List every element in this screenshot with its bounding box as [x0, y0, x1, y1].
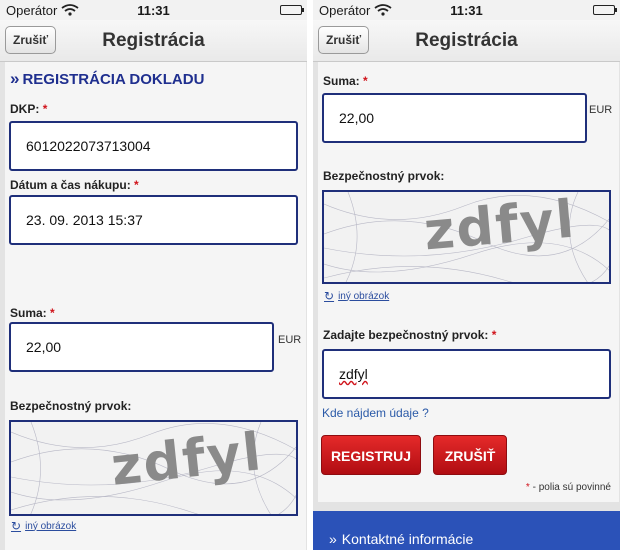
carrier-name: Operátor — [6, 2, 58, 18]
chevron-right-icon: » — [329, 531, 337, 547]
section-title: » REGISTRÁCIA DOKLADU — [10, 69, 205, 88]
screen-right: Operátor 11:31 Zrušiť Registrácia Suma: … — [313, 0, 620, 550]
refresh-icon: ↻ — [324, 289, 335, 303]
status-bar: Operátor 11:31 — [313, 0, 620, 20]
nav-bar: Zrušiť Registrácia — [0, 20, 307, 62]
nav-bar: Zrušiť Registrácia — [313, 20, 620, 62]
security-input[interactable]: zdfyl — [322, 349, 611, 399]
status-bar: Operátor 11:31 — [0, 0, 307, 20]
nav-cancel-button[interactable]: Zrušiť — [5, 26, 57, 54]
required-note: * - polia sú povinné — [525, 482, 611, 493]
dkp-label: DKP: * — [10, 102, 48, 116]
captcha-image: zdfyl — [322, 190, 611, 284]
register-button[interactable]: REGISTRUJ — [321, 435, 421, 475]
amount-label: Suma: * — [10, 306, 55, 320]
contact-info-link[interactable]: » Kontaktné informácie — [313, 511, 620, 550]
carrier-name: Operátor — [319, 2, 371, 18]
date-input[interactable]: 23. 09. 2013 15:37 — [9, 195, 298, 245]
form-panel: » REGISTRÁCIA DOKLADU DKP: * 60120220737… — [5, 62, 306, 550]
date-label: Dátum a čas nákupu: * — [10, 178, 139, 192]
wifi-icon — [61, 4, 79, 16]
contact-info-label: Kontaktné informácie — [341, 531, 474, 547]
screen-left: Operátor 11:31 Zrušiť Registrácia » REGI… — [0, 0, 307, 550]
other-image-link[interactable]: ↻ iný obrázok — [11, 519, 76, 533]
captcha-image: zdfyl — [9, 420, 298, 516]
double-chevron-icon: » — [10, 69, 20, 88]
cancel-button[interactable]: ZRUŠIŤ — [433, 435, 507, 475]
enter-security-label: Zadajte bezpečnostný prvok: * — [323, 328, 497, 342]
amount-input[interactable]: 22,00 — [322, 93, 587, 143]
form-panel: Suma: * 22,00 EUR Bezpečnostný prvok: zd… — [318, 62, 619, 502]
currency-label: EUR — [589, 104, 613, 116]
amount-input[interactable]: 22,00 — [9, 322, 274, 372]
amount-label: Suma: * — [323, 74, 368, 88]
wifi-icon — [374, 4, 392, 16]
security-label: Bezpečnostný prvok: — [323, 169, 445, 183]
dkp-input[interactable]: 6012022073713004 — [9, 121, 298, 171]
security-label: Bezpečnostný prvok: — [10, 399, 132, 413]
refresh-icon: ↻ — [11, 519, 22, 533]
battery-icon — [280, 5, 304, 15]
help-link[interactable]: Kde nájdem údaje ? — [322, 406, 429, 420]
battery-icon — [593, 5, 617, 15]
nav-cancel-button[interactable]: Zrušiť — [318, 26, 370, 54]
currency-label: EUR — [278, 334, 302, 346]
other-image-link[interactable]: ↻ iný obrázok — [324, 289, 389, 303]
